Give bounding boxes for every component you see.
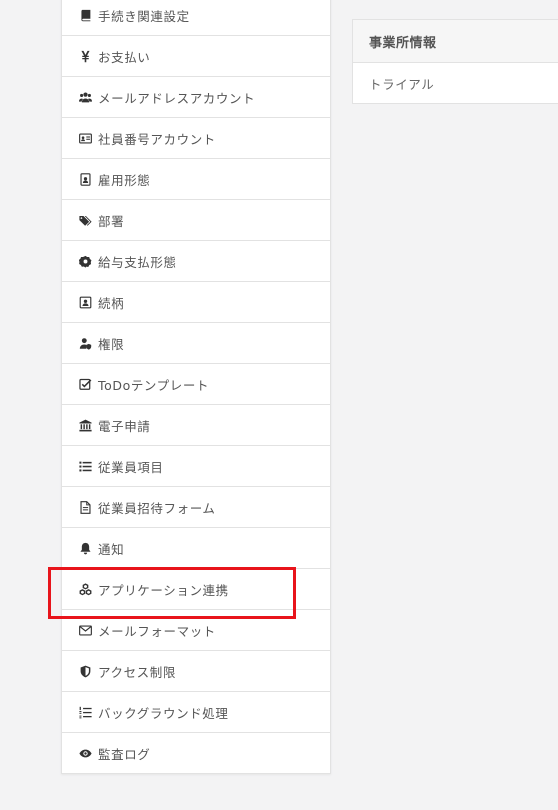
menu-item-todo-template[interactable]: ToDoテンプレート (62, 364, 330, 405)
yen-icon (79, 50, 92, 63)
plan-status: トライアル (369, 76, 435, 92)
menu-item-procedure-settings[interactable]: 手続き関連設定 (62, 0, 330, 36)
menu-item-label: 通知 (98, 541, 125, 557)
menu-item-notifications[interactable]: 通知 (62, 528, 330, 569)
contact-icon (79, 296, 92, 309)
user-shield-icon (79, 337, 92, 350)
document-icon (79, 500, 92, 514)
menu-item-label: 続柄 (98, 295, 125, 311)
menu-item-employee-fields[interactable]: 従業員項目 (62, 446, 330, 487)
id-card-icon (79, 132, 92, 145)
menu-item-label: 電子申請 (98, 418, 151, 434)
menu-item-relationship[interactable]: 続柄 (62, 282, 330, 323)
menu-item-label: メールフォーマット (98, 623, 216, 639)
menu-item-employment-type[interactable]: 雇用形態 (62, 159, 330, 200)
menu-item-department[interactable]: 部署 (62, 200, 330, 241)
menu-item-label: メールアドレスアカウント (98, 90, 256, 106)
ordered-list-icon (79, 706, 92, 719)
menu-item-email-accounts[interactable]: メールアドレスアカウント (62, 77, 330, 118)
menu-item-label: 部署 (98, 213, 125, 229)
menu-item-label: バックグラウンド処理 (98, 705, 229, 721)
list-icon (79, 460, 92, 473)
office-info-panel: 事業所情報 トライアル (352, 19, 558, 104)
menu-item-label: 雇用形態 (98, 172, 151, 188)
menu-item-electronic-application[interactable]: 電子申請 (62, 405, 330, 446)
menu-item-application-integration[interactable]: アプリケーション連携 (62, 569, 330, 610)
book-icon (79, 9, 92, 22)
panel-title: 事業所情報 (353, 20, 558, 63)
menu-item-label: アクセス制限 (98, 664, 176, 680)
cubes-icon (79, 582, 92, 596)
check-square-icon (79, 378, 92, 391)
settings-menu: 手続き関連設定 お支払い メールアドレスアカウント 社員番号アカウント 雇用形態… (61, 0, 331, 774)
menu-item-label: 権限 (98, 336, 125, 352)
menu-item-background-processing[interactable]: バックグラウンド処理 (62, 692, 330, 733)
menu-item-email-format[interactable]: メールフォーマット (62, 610, 330, 651)
menu-item-audit-log[interactable]: 監査ログ (62, 733, 330, 773)
menu-item-label: 従業員項目 (98, 459, 164, 475)
shield-icon (79, 665, 92, 678)
badge-icon (79, 172, 92, 186)
envelope-icon (79, 624, 92, 637)
menu-item-label: 社員番号アカウント (98, 131, 216, 147)
menu-item-permissions[interactable]: 権限 (62, 323, 330, 364)
menu-item-label: ToDoテンプレート (98, 377, 210, 393)
menu-item-payment[interactable]: お支払い (62, 36, 330, 77)
menu-item-label: 手続き関連設定 (98, 8, 190, 24)
menu-item-label: 給与支払形態 (98, 254, 177, 270)
eye-icon (79, 747, 92, 760)
menu-item-label: アプリケーション連携 (98, 582, 229, 598)
bell-icon (79, 542, 92, 555)
menu-item-salary-payment-type[interactable]: 給与支払形態 (62, 241, 330, 282)
menu-item-label: 従業員招待フォーム (98, 500, 216, 516)
gem-icon (79, 255, 92, 268)
menu-item-label: 監査ログ (98, 746, 151, 762)
menu-item-employee-number-accounts[interactable]: 社員番号アカウント (62, 118, 330, 159)
menu-item-employee-invitation-form[interactable]: 従業員招待フォーム (62, 487, 330, 528)
bank-icon (79, 419, 92, 432)
menu-item-access-restriction[interactable]: アクセス制限 (62, 651, 330, 692)
tags-icon (79, 214, 92, 227)
menu-item-label: お支払い (98, 49, 151, 65)
users-icon (79, 91, 92, 104)
